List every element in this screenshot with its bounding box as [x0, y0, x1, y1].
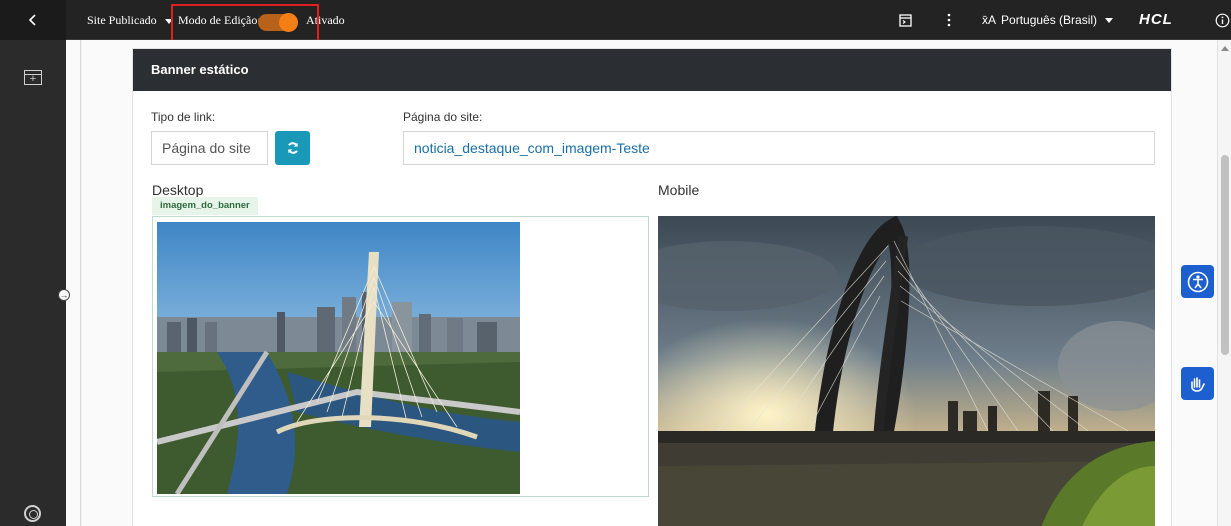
sign-language-button[interactable]: [1181, 367, 1214, 400]
info-button[interactable]: [1213, 0, 1231, 40]
mobile-label: Mobile: [658, 182, 700, 198]
site-selector[interactable]: Site Publicado: [87, 0, 173, 40]
refresh-button[interactable]: [275, 131, 310, 165]
hcl-logo: HCL: [1139, 11, 1173, 28]
accessibility-button[interactable]: [1181, 265, 1214, 298]
translate-icon: x̄A: [982, 13, 997, 27]
mobile-banner-image[interactable]: [658, 216, 1155, 526]
content-area: Banner estático Tipo de link: Página do …: [82, 40, 1217, 526]
sign-language-icon: [1190, 376, 1205, 392]
accessibility-icon: [1187, 271, 1208, 292]
banner-panel: Banner estático Tipo de link: Página do …: [132, 48, 1172, 526]
page-scrollbar[interactable]: [1217, 40, 1231, 526]
more-options-button[interactable]: [943, 0, 955, 40]
site-page-field[interactable]: noticia_destaque_com_imagem-Teste: [403, 131, 1155, 165]
bridge-photo-mobile: [658, 216, 1155, 526]
site-page-label: Página do site:: [403, 110, 483, 124]
image-field-tag: imagem_do_banner: [152, 197, 258, 215]
site-selector-label: Site Publicado: [87, 13, 157, 27]
top-bar: Site Publicado Modo de Edição: Ativado x…: [0, 0, 1231, 42]
link-type-label: Tipo de link:: [151, 110, 216, 124]
panel-title: Banner estático: [133, 49, 1171, 91]
back-button[interactable]: [0, 0, 66, 40]
language-selector[interactable]: x̄A Português (Brasil): [982, 0, 1114, 40]
lifebuoy-icon[interactable]: [24, 505, 41, 522]
desktop-label: Desktop: [152, 182, 204, 198]
left-rail: +: [0, 40, 66, 526]
refresh-icon: [287, 142, 298, 154]
more-vertical-icon: [947, 13, 951, 27]
preview-button[interactable]: [897, 0, 913, 40]
desktop-image-frame[interactable]: [152, 216, 649, 497]
side-panel-handle: →: [58, 40, 81, 526]
link-type-field[interactable]: Página do site: [151, 131, 268, 165]
chevron-left-icon: [28, 14, 36, 26]
language-label: Português (Brasil): [1001, 13, 1098, 27]
edit-mode-highlight: [171, 4, 319, 42]
desktop-banner-image[interactable]: [157, 222, 520, 494]
preview-panel-icon: [898, 13, 912, 27]
bridge-photo-desktop: [157, 222, 520, 494]
add-content-icon[interactable]: +: [24, 70, 42, 85]
info-icon: [1215, 13, 1229, 27]
arrow-right-circle-icon[interactable]: →: [58, 289, 70, 301]
scroll-up-icon[interactable]: [1221, 46, 1229, 51]
caret-down-icon: [1105, 18, 1114, 24]
scrollbar-thumb[interactable]: [1221, 155, 1229, 355]
